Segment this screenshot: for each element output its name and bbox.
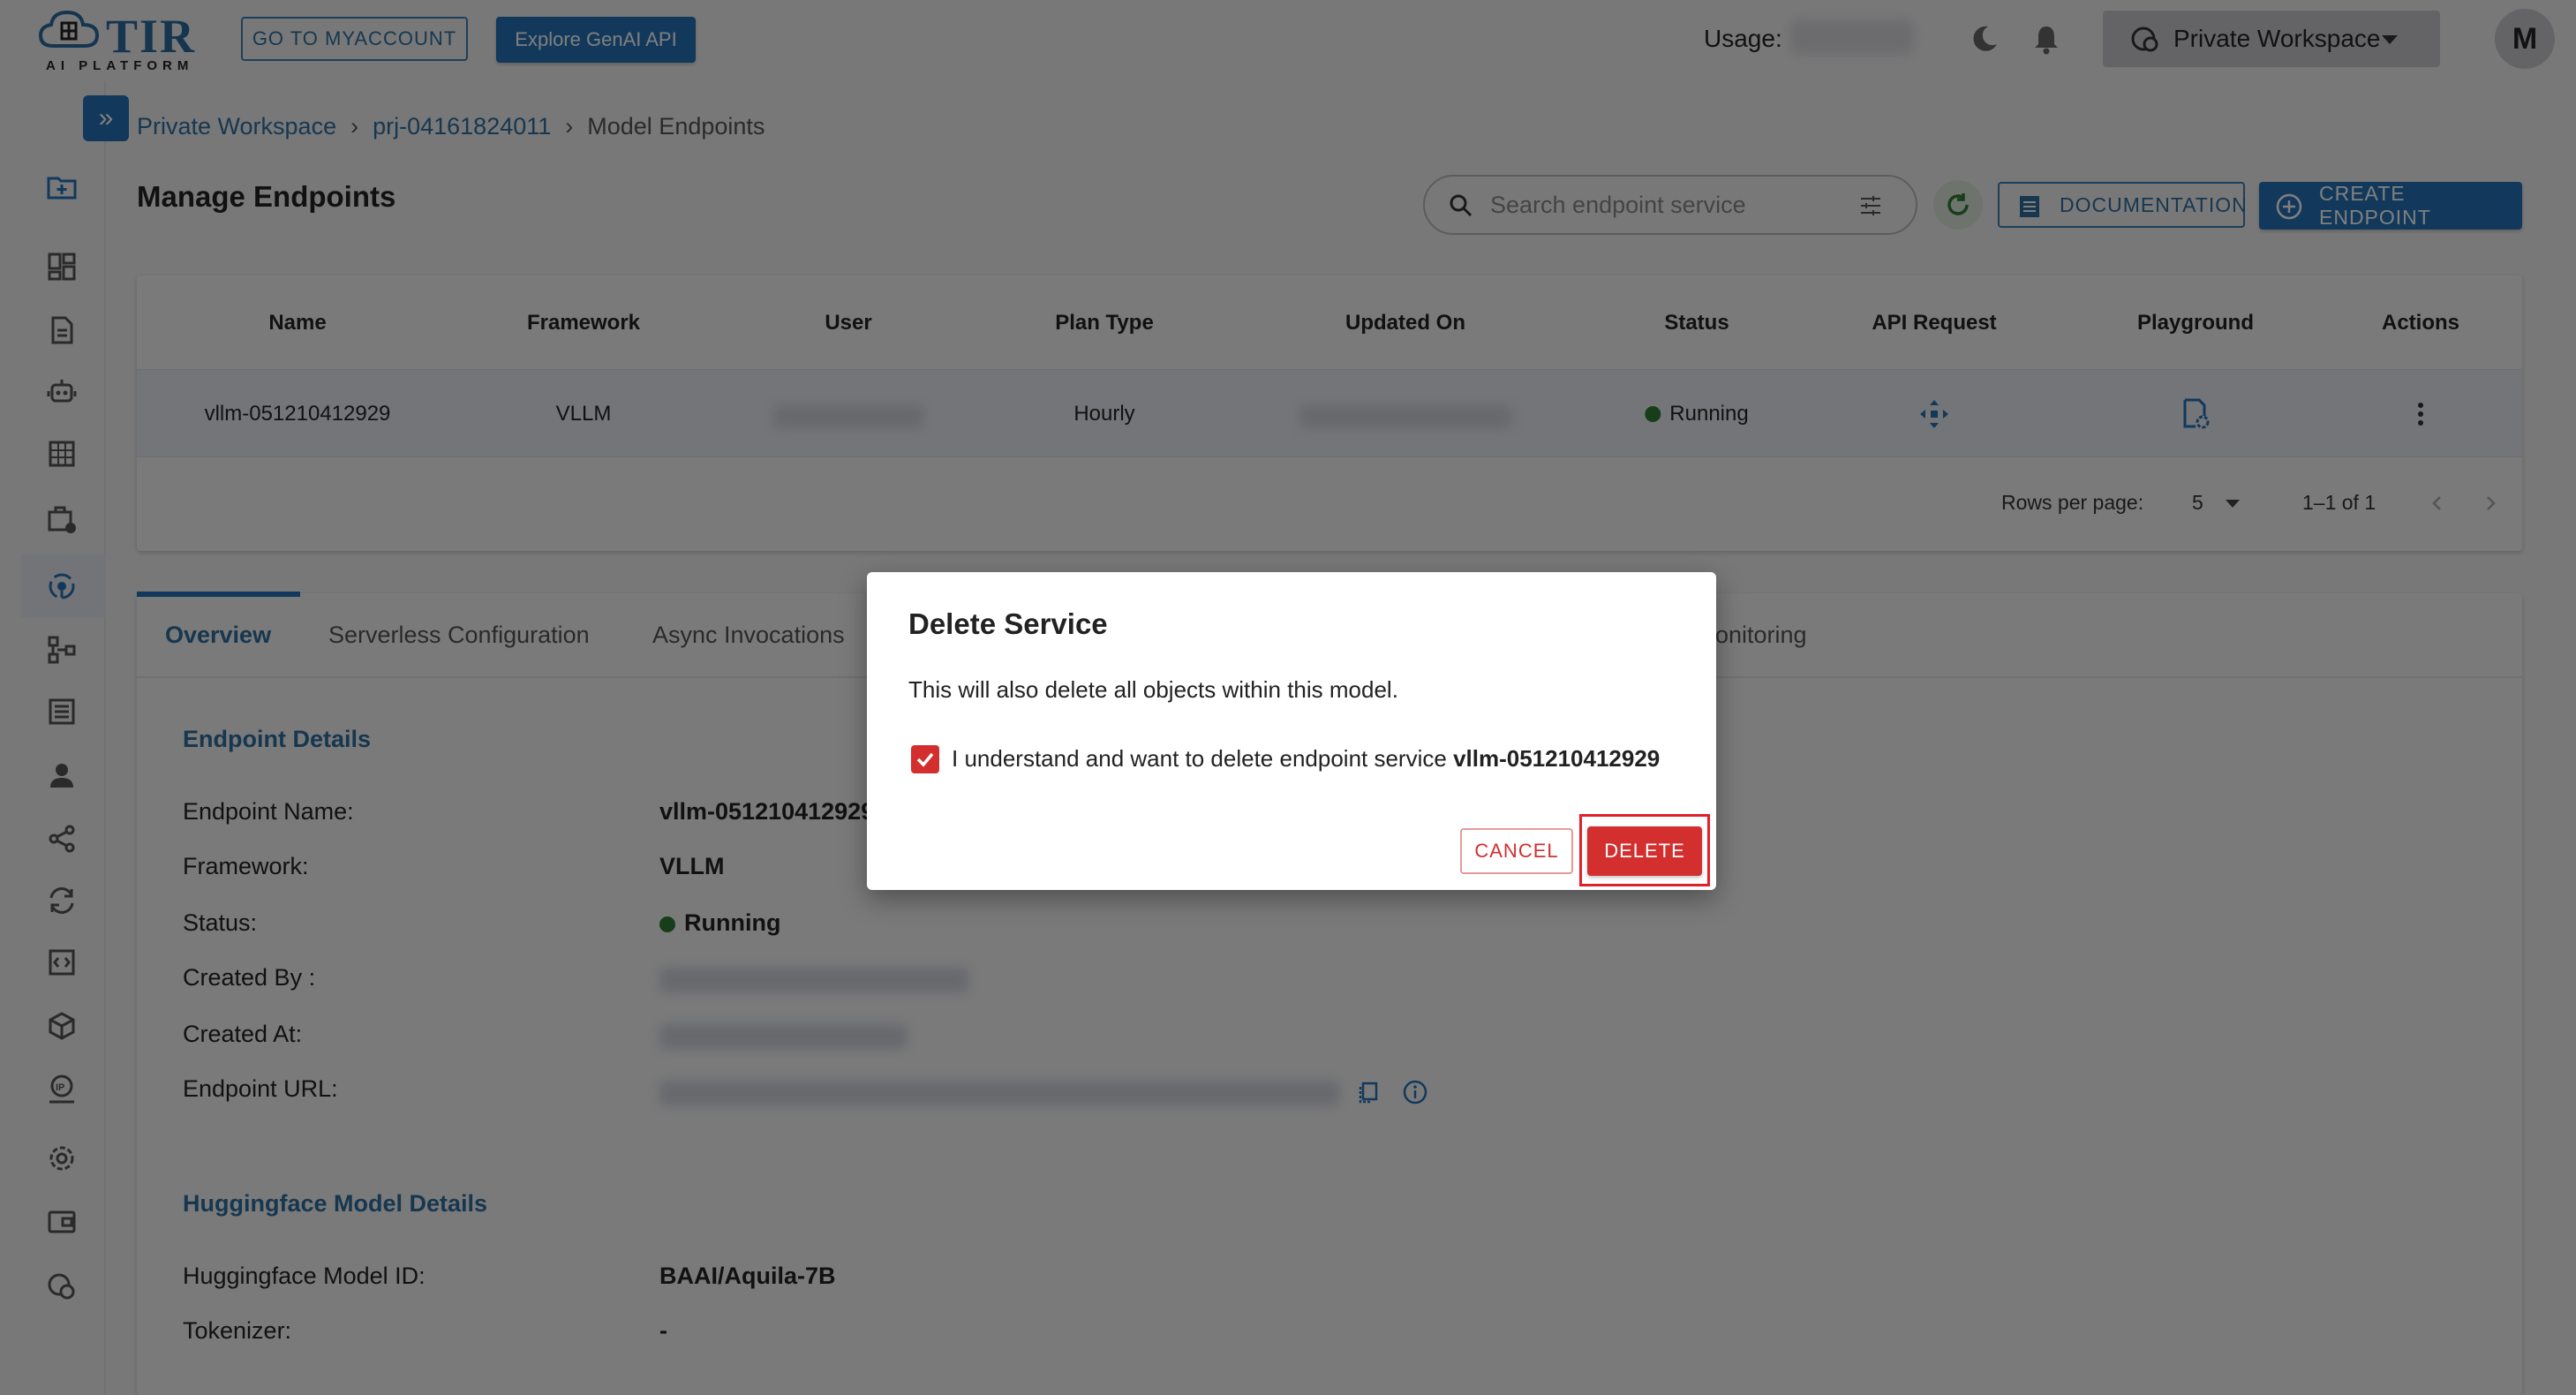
confirm-checkbox[interactable] bbox=[911, 745, 939, 773]
delete-service-dialog: Delete Service This will also delete all… bbox=[867, 572, 1716, 890]
checkmark-icon bbox=[916, 752, 934, 767]
delete-button[interactable]: DELETE bbox=[1587, 826, 1702, 876]
confirm-target-name: vllm-051210412929 bbox=[1453, 745, 1661, 772]
dialog-title: Delete Service bbox=[908, 607, 1108, 640]
confirm-checkbox-label[interactable]: I understand and want to delete endpoint… bbox=[952, 745, 1660, 773]
confirm-text: I understand and want to delete endpoint… bbox=[952, 745, 1447, 772]
dialog-message: This will also delete all objects within… bbox=[908, 676, 1398, 703]
cancel-button[interactable]: CANCEL bbox=[1460, 828, 1573, 874]
